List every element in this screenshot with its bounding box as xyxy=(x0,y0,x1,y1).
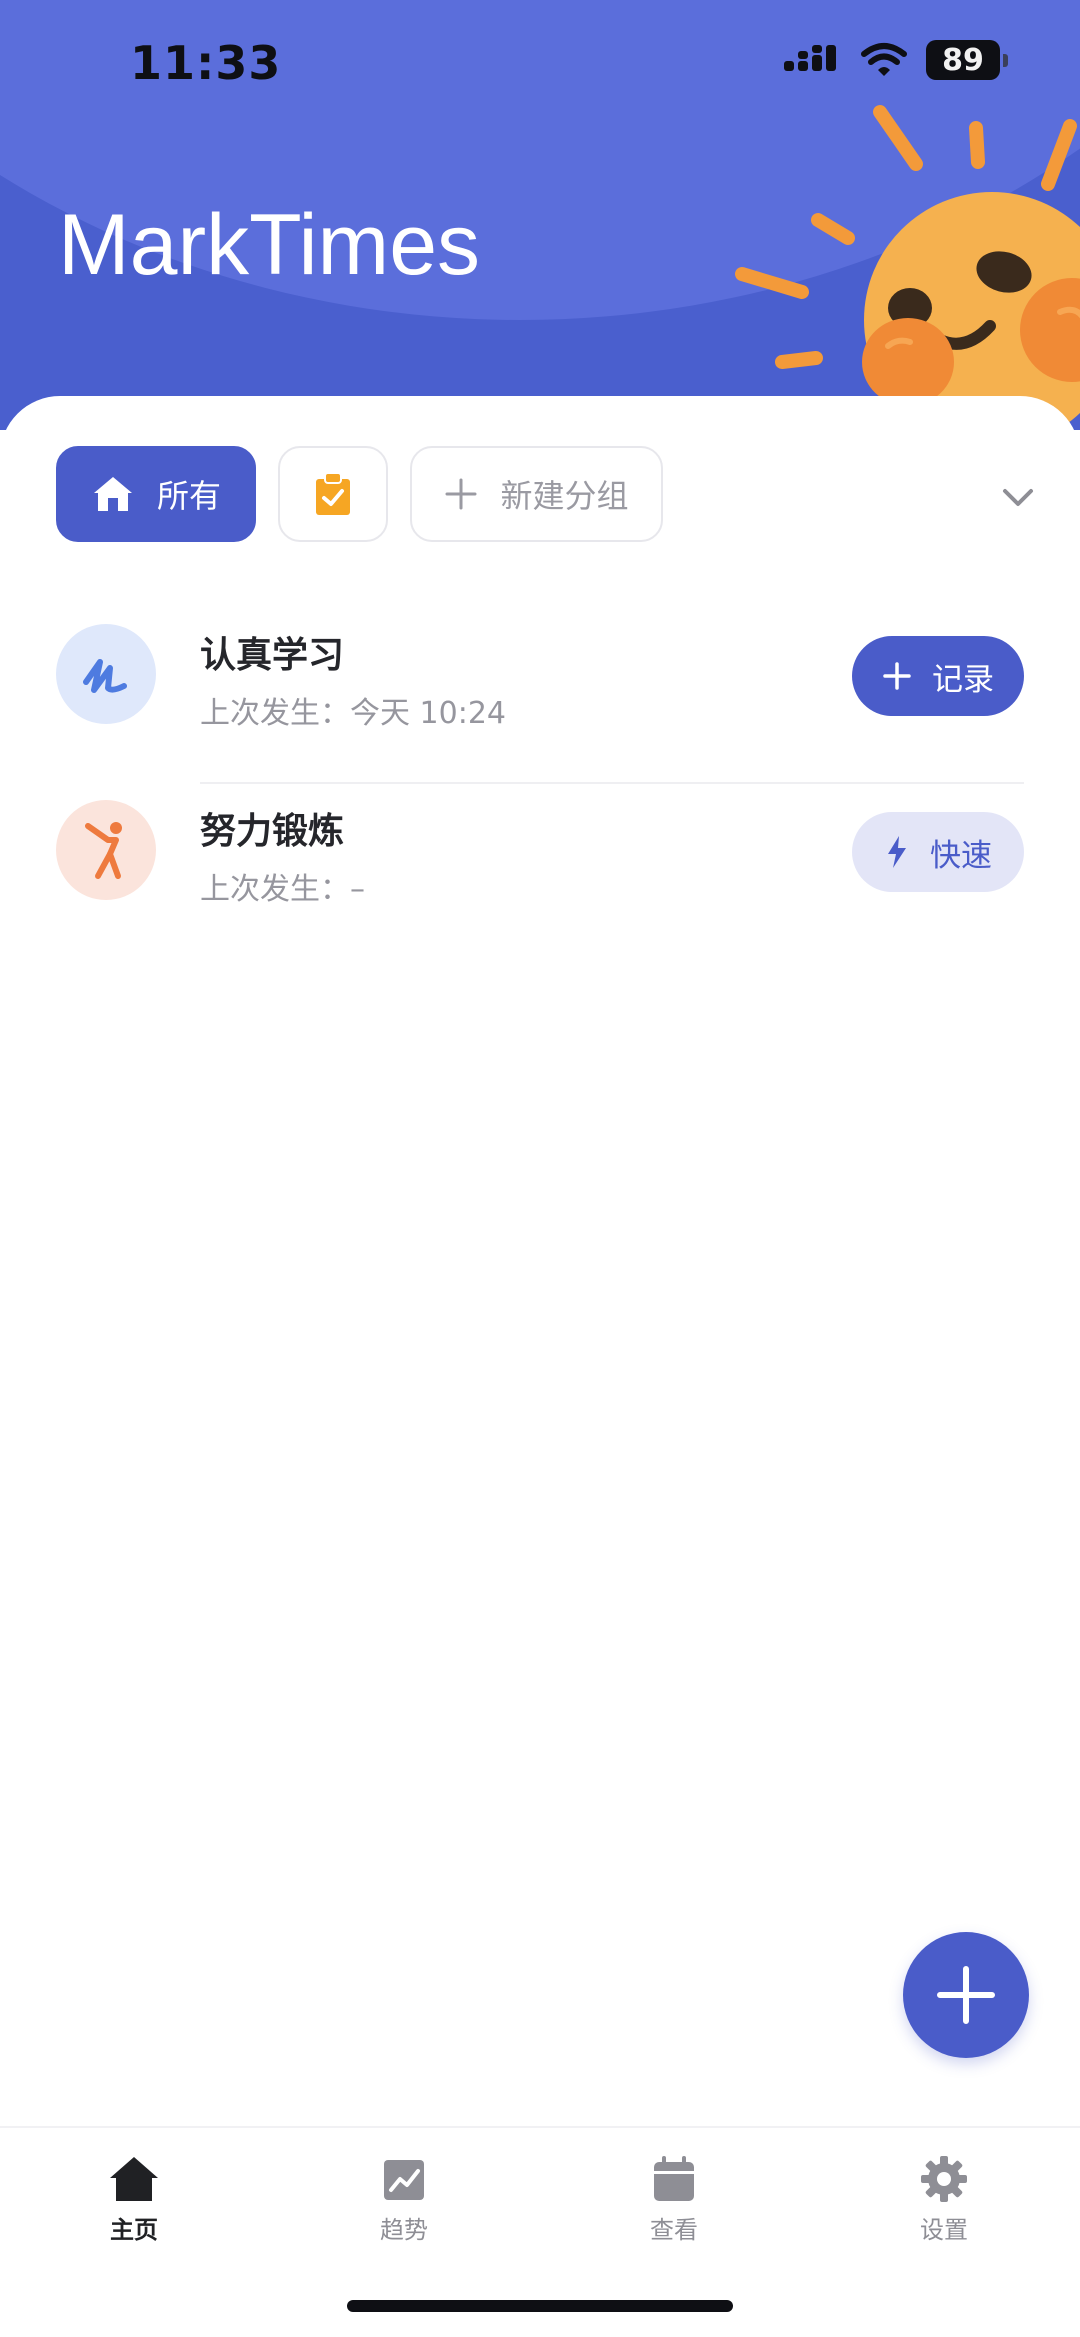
signal-icon xyxy=(784,45,836,71)
status-icons: 89 xyxy=(784,40,1008,80)
list-item[interactable]: 努力锻炼 上次发生：– 快速 xyxy=(0,782,1080,958)
group-tab-all[interactable]: 所有 xyxy=(56,446,256,542)
record-button[interactable]: 记录 xyxy=(852,636,1024,716)
plus-icon xyxy=(883,662,911,690)
group-tabs: 所有 新建分组 xyxy=(56,446,663,542)
add-event-fab[interactable] xyxy=(903,1932,1029,2058)
trend-icon xyxy=(384,2160,424,2200)
scribble-icon xyxy=(56,624,156,724)
quick-record-button[interactable]: 快速 xyxy=(852,812,1024,892)
tab-trend-label: 趋势 xyxy=(380,2216,428,2244)
gear-icon xyxy=(921,2156,967,2202)
group-tab-all-label: 所有 xyxy=(156,477,221,515)
quick-record-label: 快速 xyxy=(930,837,992,874)
battery-indicator: 89 xyxy=(926,40,1008,80)
list-item[interactable]: 认真学习 上次发生：今天 10:24 记录 xyxy=(0,606,1080,784)
stretch-icon xyxy=(56,800,156,900)
home-icon xyxy=(110,2157,158,2201)
sun-mascot-illustration xyxy=(735,105,1080,430)
bolt-icon xyxy=(888,836,906,868)
item-name: 努力锻炼 xyxy=(200,811,345,852)
chevron-down-icon[interactable] xyxy=(1000,486,1036,510)
tab-settings[interactable]: 设置 xyxy=(874,2154,1014,2245)
app-screen: 11:33 89 MarkTimes 所有 新建分组 认真学习 上次发生：今天 … xyxy=(0,0,1080,2337)
battery-level: 89 xyxy=(942,42,984,78)
header: 11:33 89 MarkTimes xyxy=(0,0,1080,430)
home-indicator xyxy=(347,2300,733,2312)
tab-home-label: 主页 xyxy=(110,2216,158,2244)
item-name: 认真学习 xyxy=(200,635,345,676)
item-last-occurred: 上次发生：今天 10:24 xyxy=(200,696,506,731)
tab-settings-label: 设置 xyxy=(920,2216,968,2244)
content-card: 所有 新建分组 认真学习 上次发生：今天 10:24 记录 努力锻炼 上次发生：… xyxy=(0,396,1080,2126)
plus-icon xyxy=(937,1966,995,2024)
app-title: MarkTimes xyxy=(58,197,481,293)
status-time: 11:33 xyxy=(130,36,282,90)
wifi-icon xyxy=(861,43,907,76)
tab-home[interactable]: 主页 xyxy=(64,2154,204,2245)
tab-view-label: 查看 xyxy=(650,2216,698,2244)
new-group-label: 新建分组 xyxy=(500,477,629,515)
tab-view[interactable]: 查看 xyxy=(604,2154,744,2245)
new-group-button[interactable]: 新建分组 xyxy=(410,446,663,542)
clipboard-check-icon xyxy=(316,472,350,515)
item-last-occurred: 上次发生：– xyxy=(200,872,365,907)
event-list: 认真学习 上次发生：今天 10:24 记录 努力锻炼 上次发生：– 快速 xyxy=(0,606,1080,958)
tab-trend[interactable]: 趋势 xyxy=(334,2154,474,2245)
home-icon xyxy=(93,477,132,511)
plus-icon xyxy=(445,478,477,510)
group-tab-clipboard[interactable] xyxy=(278,446,388,542)
record-button-label: 记录 xyxy=(932,661,994,698)
calendar-icon xyxy=(654,2156,694,2201)
